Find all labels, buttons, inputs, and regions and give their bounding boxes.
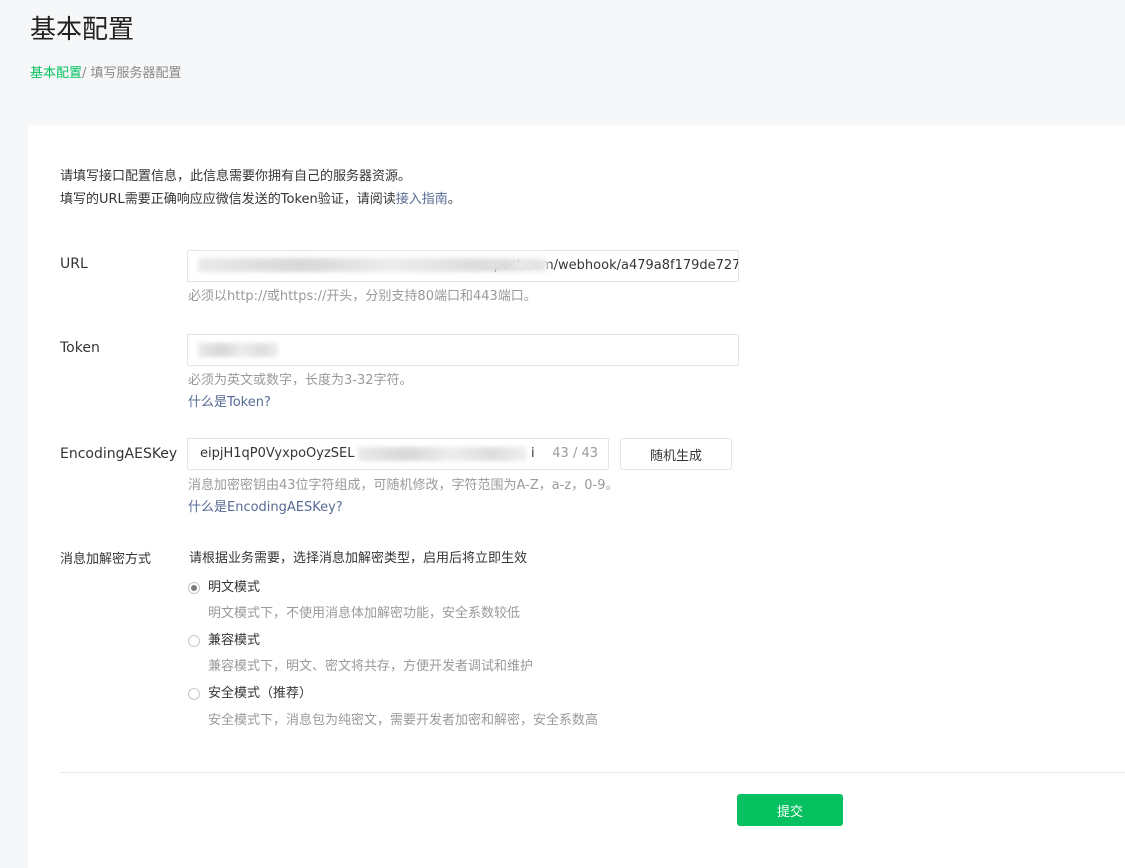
breadcrumb-link-basic-config[interactable]: 基本配置 (30, 66, 82, 81)
aes-redaction-mask (358, 447, 526, 461)
submit-button[interactable]: 提交 (737, 794, 843, 826)
radio-compatible-circle[interactable] (188, 635, 200, 647)
intro-line-2-suffix: 。 (447, 192, 461, 207)
access-guide-link[interactable]: 接入指南 (396, 192, 448, 207)
radio-compatible-label[interactable]: 兼容模式 (208, 632, 260, 650)
aes-key-hint: 消息加密密钥由43位字符组成，可随机修改，字符范围为A-Z，a-z，0-9。 (188, 478, 619, 493)
intro-text: 请填写接口配置信息，此信息需要你拥有自己的服务器资源。 填写的URL需要正确响应… (60, 165, 461, 211)
token-input[interactable] (187, 334, 739, 366)
radio-compatible-description: 兼容模式下，明文、密文将共存，方便开发者调试和维护 (208, 659, 534, 674)
config-card: 请填写接口配置信息，此信息需要你拥有自己的服务器资源。 填写的URL需要正确响应… (28, 125, 1125, 868)
generate-random-button[interactable]: 随机生成 (620, 438, 732, 470)
breadcrumb-current: 填写服务器配置 (90, 66, 182, 81)
radio-secure-circle[interactable] (188, 688, 200, 700)
aes-key-counter: 43 / 43 (552, 446, 598, 461)
footer-divider (60, 772, 1125, 773)
intro-line-1: 请填写接口配置信息，此信息需要你拥有自己的服务器资源。 (60, 169, 412, 184)
token-hint: 必须为英文或数字，长度为3-32字符。 (188, 373, 413, 388)
encryption-mode-label: 消息加解密方式 (60, 552, 152, 567)
aes-key-value-tail: i (531, 446, 535, 461)
radio-secure-label[interactable]: 安全模式（推荐） (208, 685, 312, 703)
radio-plaintext-circle[interactable] (188, 582, 200, 594)
aes-key-input[interactable]: eipjH1qP0VyxpoOyzSEL i 43 / 43 (187, 438, 609, 470)
intro-line-2: 填写的URL需要正确响应应微信发送的Token验证，请阅读接入指南。 (60, 188, 461, 211)
what-is-token-link[interactable]: 什么是Token? (188, 393, 271, 413)
radio-plaintext-description: 明文模式下，不使用消息体加解密功能，安全系数较低 (208, 606, 521, 621)
radio-plaintext-label[interactable]: 明文模式 (208, 579, 260, 597)
breadcrumb-separator: / (82, 66, 91, 81)
token-label: Token (60, 340, 100, 356)
breadcrumb: 基本配置/ 填写服务器配置 (30, 64, 182, 84)
url-hint: 必须以http://或https://开头，分别支持80端口和443端口。 (188, 289, 537, 304)
intro-line-2-prefix: 填写的URL需要正确响应应微信发送的Token验证，请阅读 (60, 192, 396, 207)
url-label: URL (60, 256, 88, 272)
what-is-aes-key-link[interactable]: 什么是EncodingAESKey? (188, 498, 343, 518)
token-redaction-mask (198, 343, 278, 357)
page-title: 基本配置 (30, 15, 135, 45)
url-input[interactable]: xpost.com/webhook/a479a8f179de727 (187, 250, 739, 282)
radio-secure-description: 安全模式下，消息包为纯密文，需要开发者加密和解密，安全系数高 (208, 713, 599, 728)
aes-key-value-visible: eipjH1qP0VyxpoOyzSEL (200, 446, 355, 461)
url-redaction-mask-tail (488, 262, 548, 268)
encryption-mode-prompt: 请根据业务需要，选择消息加解密类型，启用后将立即生效 (189, 551, 528, 566)
aes-key-label: EncodingAESKey (60, 446, 178, 462)
